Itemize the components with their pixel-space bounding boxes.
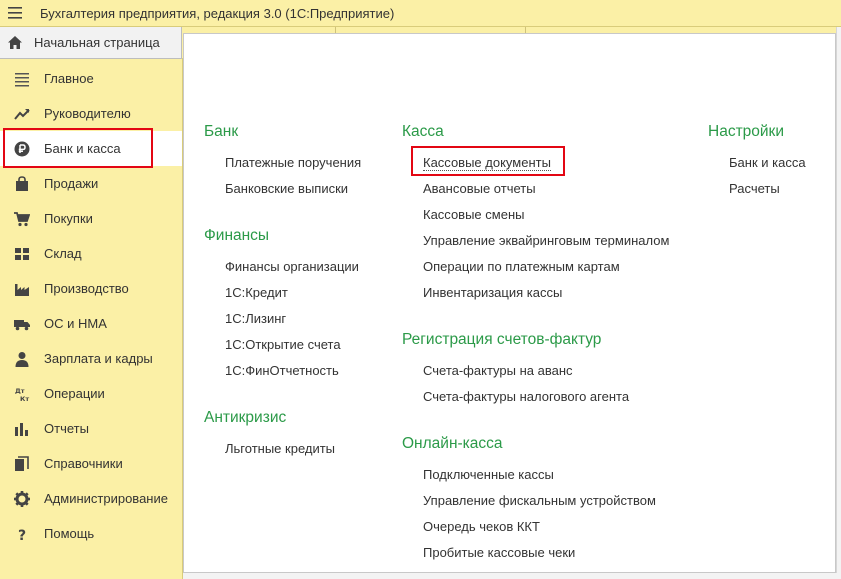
- sidebar-item-sales[interactable]: Продажи: [0, 166, 182, 201]
- section-title-settings: Настройки: [708, 123, 785, 140]
- link-settings-settlements[interactable]: Расчеты: [729, 181, 780, 196]
- sidebar-item-label: Производство: [44, 281, 129, 296]
- sidebar-item-administration[interactable]: Администрирование: [0, 481, 182, 516]
- section-title-anticrisis: Антикризис: [204, 409, 287, 426]
- sidebar-item-label: Руководителю: [44, 106, 131, 121]
- sidebar-item-main[interactable]: Главное: [0, 61, 182, 96]
- link-organization-finance[interactable]: Финансы организации: [225, 259, 359, 274]
- sidebar-item-label: Справочники: [44, 456, 123, 471]
- bar-chart-icon: [13, 420, 31, 438]
- section-title-cash: Касса: [402, 123, 444, 140]
- sidebar-item-warehouse[interactable]: Склад: [0, 236, 182, 271]
- sidebar-item-label: Банк и касса: [44, 141, 121, 156]
- sidebar-item-salary-hr[interactable]: Зарплата и кадры: [0, 341, 182, 376]
- link-preferential-loans[interactable]: Льготные кредиты: [225, 441, 335, 456]
- sidebar-item-operations[interactable]: Дт Кт Операции: [0, 376, 182, 411]
- ruble-coin-icon: [13, 140, 31, 158]
- truck-icon: [13, 315, 31, 333]
- title-bar: Бухгалтерия предприятия, редакция 3.0 (1…: [0, 0, 841, 27]
- sidebar-item-directories[interactable]: Справочники: [0, 446, 182, 481]
- link-tax-agent-invoices[interactable]: Счета-фактуры налогового агента: [423, 389, 629, 404]
- warehouse-grid-icon: [13, 245, 31, 263]
- link-fiscal-device-control[interactable]: Управление фискальным устройством: [423, 493, 656, 508]
- svg-text:?: ?: [18, 528, 26, 542]
- sidebar-item-label: Зарплата и кадры: [44, 351, 153, 366]
- link-bank-statements[interactable]: Банковские выписки: [225, 181, 348, 196]
- link-1c-account-opening[interactable]: 1С:Открытие счета: [225, 337, 341, 352]
- link-printed-receipts[interactable]: Пробитые кассовые чеки: [423, 545, 575, 560]
- link-1c-leasing[interactable]: 1С:Лизинг: [225, 311, 286, 326]
- sidebar-item-label: Администрирование: [44, 491, 168, 506]
- shopping-bag-icon: [13, 175, 31, 193]
- hamburger-icon: [8, 7, 22, 19]
- link-cash-shifts[interactable]: Кассовые смены: [423, 207, 524, 222]
- svg-text:Дт: Дт: [15, 387, 25, 395]
- sections-panel: Главное Руководителю Банк и касса Продаж…: [0, 59, 183, 579]
- section-title-bank: Банк: [204, 123, 239, 140]
- link-cash-documents[interactable]: Кассовые документы: [423, 155, 551, 171]
- window-frame-bottom: [183, 573, 841, 579]
- person-icon: [13, 350, 31, 368]
- link-settings-bank-and-cash[interactable]: Банк и касса: [729, 155, 806, 170]
- window-title: Бухгалтерия предприятия, редакция 3.0 (1…: [40, 5, 395, 21]
- link-payment-orders[interactable]: Платежные поручения: [225, 155, 361, 170]
- svg-text:Кт: Кт: [20, 395, 29, 402]
- sidebar-item-label: Продажи: [44, 176, 99, 191]
- sidebar-item-label: Операции: [44, 386, 105, 401]
- main-menu-button[interactable]: [0, 0, 30, 27]
- link-payment-card-operations[interactable]: Операции по платежным картам: [423, 259, 620, 274]
- menu-lines-icon: [13, 70, 31, 88]
- question-icon: ?: [13, 525, 31, 543]
- sidebar-item-help[interactable]: ? Помощь: [0, 516, 182, 551]
- sidebar-item-label: Отчеты: [44, 421, 89, 436]
- tab-home-page[interactable]: Начальная страница: [0, 27, 182, 59]
- main-content: [183, 33, 836, 573]
- books-icon: [13, 455, 31, 473]
- window-frame-right: [836, 27, 841, 579]
- link-1c-credit[interactable]: 1С:Кредит: [225, 285, 288, 300]
- debit-credit-icon: Дт Кт: [13, 385, 31, 403]
- home-icon: [8, 36, 22, 49]
- link-connected-registers[interactable]: Подключенные кассы: [423, 467, 554, 482]
- sidebar-item-purchases[interactable]: Покупки: [0, 201, 182, 236]
- sidebar-item-bank-and-cash[interactable]: Банк и касса: [0, 131, 182, 166]
- tab-home-label: Начальная страница: [34, 35, 160, 50]
- sidebar-item-production[interactable]: Производство: [0, 271, 182, 306]
- section-title-online-cash: Онлайн-касса: [402, 435, 503, 452]
- sidebar-item-fixed-assets[interactable]: ОС и НМА: [0, 306, 182, 341]
- trend-chart-icon: [13, 105, 31, 123]
- gear-icon: [13, 490, 31, 508]
- link-advance-reports[interactable]: Авансовые отчеты: [423, 181, 536, 196]
- link-receipt-queue[interactable]: Очередь чеков ККТ: [423, 519, 540, 534]
- link-acquiring-terminal[interactable]: Управление эквайринговым терминалом: [423, 233, 669, 248]
- link-1c-fin-reporting[interactable]: 1С:ФинОтчетность: [225, 363, 339, 378]
- section-title-finance: Финансы: [204, 227, 270, 244]
- sidebar-item-label: Покупки: [44, 211, 93, 226]
- link-advance-invoices[interactable]: Счета-фактуры на аванс: [423, 363, 573, 378]
- sidebar-item-label: Склад: [44, 246, 82, 261]
- shopping-cart-icon: [13, 210, 31, 228]
- sidebar-item-label: Главное: [44, 71, 94, 86]
- section-title-invoices: Регистрация счетов-фактур: [402, 331, 602, 348]
- sidebar-item-label: ОС и НМА: [44, 316, 107, 331]
- link-cash-inventory[interactable]: Инвентаризация кассы: [423, 285, 562, 300]
- sidebar-item-label: Помощь: [44, 526, 95, 541]
- sidebar-item-reports[interactable]: Отчеты: [0, 411, 182, 446]
- sidebar-item-manager[interactable]: Руководителю: [0, 96, 182, 131]
- factory-icon: [13, 280, 31, 298]
